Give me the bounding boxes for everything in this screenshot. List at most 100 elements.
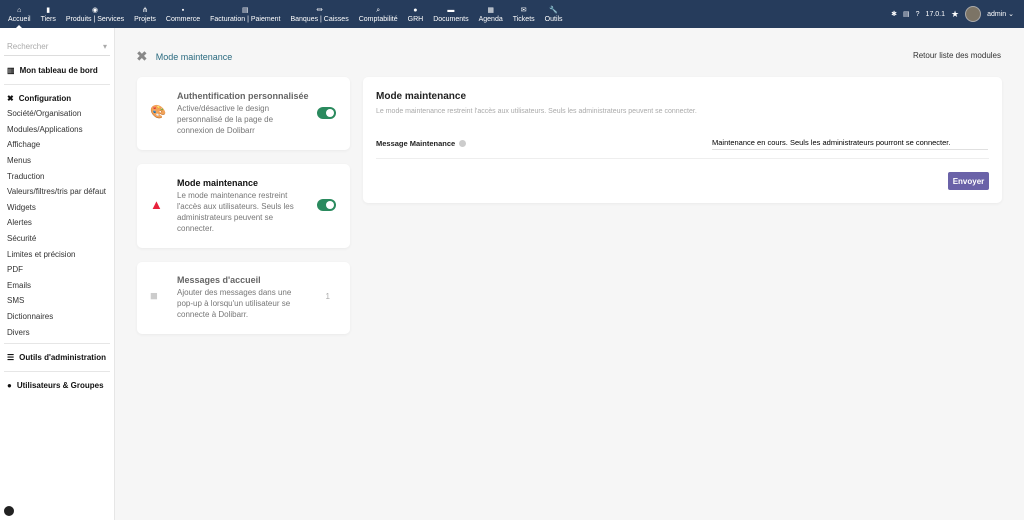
card-title: Mode maintenance bbox=[177, 178, 259, 188]
card-maintenance[interactable]: ▲ Mode maintenance Le mode maintenance r… bbox=[137, 164, 350, 248]
sidebar-item-users[interactable]: ● Utilisateurs & Groupes bbox=[4, 375, 110, 396]
divider bbox=[4, 84, 110, 85]
card-welcome-messages[interactable]: ■ Messages d'accueil Ajouter des message… bbox=[137, 262, 350, 334]
home-icon: ⌂ bbox=[17, 6, 22, 14]
page-title: Mode maintenance bbox=[155, 51, 233, 62]
user-tie-icon: ● bbox=[413, 6, 418, 14]
search-placeholder: Rechercher bbox=[7, 42, 49, 51]
nav-item-grh[interactable]: ● GRH bbox=[403, 0, 429, 28]
sidebar-item[interactable]: Limites et précision bbox=[4, 246, 110, 262]
card-desc: Active/désactive le design personnalisé … bbox=[177, 104, 274, 135]
sidebar-item[interactable]: Affichage bbox=[4, 137, 110, 153]
building-icon: ▮ bbox=[46, 6, 51, 14]
briefcase-icon: ▪ bbox=[181, 6, 185, 14]
message-count-badge: 1 bbox=[325, 292, 330, 301]
sidebar-item[interactable]: Traduction bbox=[4, 168, 110, 184]
tools-icon: ✖ bbox=[136, 48, 148, 64]
help-icon[interactable]: ? bbox=[916, 11, 920, 18]
search-dollar-icon: ⌕ bbox=[376, 6, 381, 14]
main-menu: ⌂ Accueil ▮ Tiers ◉ Produits | Services ⋔ Proje… bbox=[0, 0, 1024, 28]
nav-item-outils[interactable]: 🔧 Outils bbox=[540, 0, 568, 28]
sidebar: Rechercher ▾ ▥ Mon tableau de bord ✖ Config… bbox=[0, 28, 115, 520]
sidebar-item[interactable]: Divers bbox=[4, 324, 110, 340]
card-title: Authentification personnalisée bbox=[177, 91, 309, 101]
nav-label: Outils bbox=[544, 15, 563, 23]
nav-item-accueil[interactable]: ⌂ Accueil bbox=[3, 0, 36, 28]
nav-item-facturation-paiement[interactable]: ▤ Facturation | Paiement bbox=[205, 0, 285, 28]
toggle-custom-auth[interactable] bbox=[317, 107, 336, 119]
nav-item-tickets[interactable]: ✉ Tickets bbox=[508, 0, 540, 28]
comment-icon: ■ bbox=[150, 288, 158, 303]
avatar[interactable] bbox=[965, 6, 982, 22]
sidebar-item-admin-tools[interactable]: ☰ Outils d'administration bbox=[4, 347, 110, 368]
chevron-down-icon: ⌄ bbox=[1008, 11, 1014, 18]
server-icon: ☰ bbox=[7, 352, 15, 362]
nav-item-agenda[interactable]: ▦ Agenda bbox=[474, 0, 508, 28]
nav-label: Documents bbox=[433, 15, 469, 23]
nav-label: GRH bbox=[407, 15, 424, 23]
sidebar-item[interactable]: Alertes bbox=[4, 215, 110, 231]
sidebar-item-dashboard[interactable]: ▥ Mon tableau de bord bbox=[4, 60, 110, 81]
print-icon[interactable]: ▤ bbox=[903, 10, 910, 18]
nav-label: Tickets bbox=[512, 15, 535, 23]
bookmark-star-icon[interactable]: ★ bbox=[951, 9, 959, 20]
bug-icon[interactable]: ✱ bbox=[891, 10, 897, 18]
nav-item-tiers[interactable]: ▮ Tiers bbox=[36, 0, 61, 28]
sidebar-item-label: Outils d'administration bbox=[19, 352, 106, 362]
card-custom-auth[interactable]: 🎨 Authentification personnalisée Active/… bbox=[137, 77, 350, 150]
sidebar-item[interactable]: Emails bbox=[4, 278, 110, 294]
field-label: Message Maintenance bbox=[376, 139, 467, 148]
divider bbox=[376, 158, 989, 159]
nav-label: Comptabilité bbox=[358, 15, 398, 23]
sidebar-item-label: Utilisateurs & Groupes bbox=[16, 380, 104, 390]
nav-label: Accueil bbox=[8, 15, 31, 23]
maintenance-message-input[interactable] bbox=[712, 136, 988, 150]
panel-title: Mode maintenance bbox=[376, 91, 467, 102]
sidebar-item[interactable]: Dictionnaires bbox=[4, 309, 110, 325]
nav-item-documents[interactable]: ▬ Documents bbox=[428, 0, 473, 28]
calendar-icon: ▦ bbox=[487, 6, 494, 14]
card-desc: Ajouter des messages dans une pop-up à l… bbox=[177, 288, 292, 319]
sidebar-item[interactable]: Sécurité bbox=[4, 231, 110, 247]
sidebar-item[interactable]: Valeurs/filtres/tris par défaut bbox=[4, 184, 110, 200]
sidebar-item[interactable]: Société/Organisation bbox=[4, 106, 110, 122]
sidebar-item[interactable]: Menus bbox=[4, 153, 110, 169]
nav-item-produits-services[interactable]: ◉ Produits | Services bbox=[61, 0, 129, 28]
username: admin bbox=[987, 11, 1007, 18]
chart-icon: ▥ bbox=[7, 66, 15, 75]
ticket-icon: ✉ bbox=[520, 6, 527, 14]
info-icon[interactable] bbox=[459, 140, 467, 147]
user-menu[interactable]: admin ⌄ bbox=[987, 10, 1014, 18]
nav-item-comptabilit-[interactable]: ⌕ Comptabilité bbox=[354, 0, 403, 28]
divider bbox=[4, 342, 110, 344]
panel-subtitle: Le mode maintenance restreint l'accès au… bbox=[376, 108, 697, 115]
nav-item-commerce[interactable]: ▪ Commerce bbox=[161, 0, 205, 28]
divider bbox=[4, 370, 110, 372]
nav-label: Banques | Caisses bbox=[290, 15, 349, 23]
sidebar-item[interactable]: PDF bbox=[4, 262, 110, 278]
bank-icon: ⏛ bbox=[316, 6, 324, 14]
maintenance-settings-panel: Mode maintenance Le mode maintenance res… bbox=[363, 77, 1002, 203]
nav-label: Facturation | Paiement bbox=[210, 15, 281, 23]
warning-icon: ▲ bbox=[150, 197, 163, 212]
nav-label: Produits | Services bbox=[65, 15, 125, 23]
nav-item-banques-caisses[interactable]: ⏛ Banques | Caisses bbox=[285, 0, 353, 28]
folder-icon: ▬ bbox=[447, 6, 455, 14]
sidebar-item[interactable]: Modules/Applications bbox=[4, 122, 110, 138]
palette-icon: 🎨 bbox=[150, 104, 167, 119]
field-label-text: Message Maintenance bbox=[376, 139, 456, 148]
nav-label: Commerce bbox=[165, 15, 201, 23]
top-right-tools: ✱ ▤ ? 17.0.1 ★ admin ⌄ bbox=[891, 0, 1014, 28]
card-title: Messages d'accueil bbox=[177, 275, 261, 285]
submit-button[interactable]: Envoyer bbox=[948, 172, 989, 190]
sidebar-item[interactable]: Widgets bbox=[4, 200, 110, 216]
wrench-icon: 🔧 bbox=[549, 6, 558, 14]
search-input[interactable]: Rechercher ▾ bbox=[4, 38, 110, 56]
nav-item-projets[interactable]: ⋔ Projets bbox=[129, 0, 161, 28]
nav-label: Agenda bbox=[478, 15, 503, 23]
user-icon: ● bbox=[7, 380, 12, 390]
sidebar-item[interactable]: SMS bbox=[4, 293, 110, 309]
toggle-maintenance[interactable] bbox=[317, 199, 336, 211]
back-to-modules-link[interactable]: Retour liste des modules bbox=[913, 51, 1001, 60]
version-label: 17.0.1 bbox=[925, 10, 946, 18]
